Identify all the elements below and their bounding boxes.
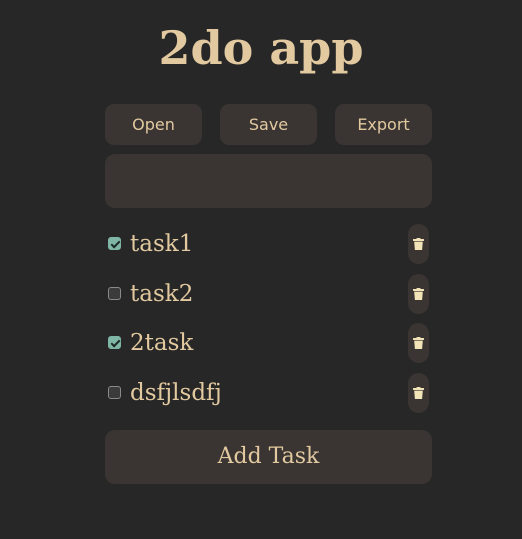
delete-task-button[interactable] <box>408 323 429 363</box>
delete-task-button[interactable] <box>408 224 429 264</box>
task-list: task1 task2 2task dsfjlsdfj <box>105 224 432 422</box>
trash-icon <box>413 337 424 349</box>
new-task-input[interactable] <box>105 154 432 208</box>
delete-task-button[interactable] <box>408 273 429 314</box>
task-item: 2task <box>105 323 432 363</box>
save-button[interactable]: Save <box>220 104 317 145</box>
trash-icon <box>413 287 424 300</box>
task-checkbox[interactable] <box>108 237 121 250</box>
trash-icon <box>413 386 424 399</box>
export-button[interactable]: Export <box>335 104 432 145</box>
task-label: task1 <box>130 231 194 257</box>
task-checkbox[interactable] <box>108 336 121 349</box>
trash-icon <box>413 238 424 250</box>
task-item: task1 <box>105 224 432 264</box>
task-item: dsfjlsdfj <box>105 372 432 413</box>
task-label: 2task <box>130 330 194 356</box>
add-task-button[interactable]: Add Task <box>105 430 432 484</box>
task-item: task2 <box>105 273 432 314</box>
toolbar: Open Save Export <box>105 104 432 145</box>
task-checkbox[interactable] <box>108 286 121 300</box>
task-label: task2 <box>130 280 194 307</box>
task-checkbox[interactable] <box>108 385 121 399</box>
open-button[interactable]: Open <box>105 104 202 145</box>
task-label: dsfjlsdfj <box>130 379 222 406</box>
delete-task-button[interactable] <box>408 372 429 413</box>
app-title: 2do app <box>158 21 364 75</box>
